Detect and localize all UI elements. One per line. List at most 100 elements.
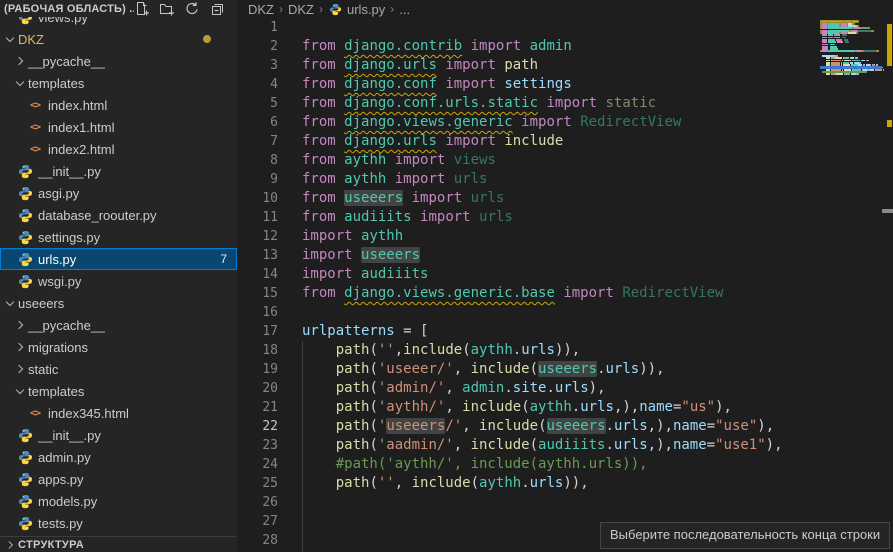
explorer-item-apps.py[interactable]: apps.py — [0, 468, 237, 490]
file-label: apps.py — [38, 472, 84, 487]
code-line-4[interactable]: 4from django.conf import settings — [238, 75, 882, 94]
code-line-3[interactable]: 3from django.urls import path — [238, 56, 882, 75]
ruler-mark — [882, 209, 893, 213]
breadcrumb-item[interactable]: urls.py — [328, 2, 385, 17]
file-label: urls.py — [38, 252, 76, 267]
chevron-down-icon — [4, 32, 18, 46]
code-line-15[interactable]: 15from django.views.generic.base import … — [238, 284, 882, 303]
new-folder-icon[interactable] — [159, 1, 175, 17]
explorer-item-templates[interactable]: templates — [0, 380, 237, 402]
explorer-item-wsgi.py[interactable]: wsgi.py — [0, 270, 237, 292]
code-line-23[interactable]: 23 path('aadmin/', include(audiiits.urls… — [238, 436, 882, 455]
explorer-sidebar: views.pyDKZ__pycache__templates<>index.h… — [0, 0, 237, 552]
code-line-25[interactable]: 25 path('', include(aythh.urls)), — [238, 474, 882, 493]
explorer-item-urls.py[interactable]: urls.py7 — [0, 248, 237, 270]
line-number: 14 — [238, 265, 278, 284]
code-line-22[interactable]: 22 path('useeers/', include(useeers.urls… — [238, 417, 882, 436]
line-content: from django.urls import path — [278, 56, 538, 75]
code-line-2[interactable]: 2from django.contrib import admin — [238, 37, 882, 56]
breadcrumb-item[interactable]: DKZ — [288, 2, 314, 17]
breadcrumb-label: ... — [399, 2, 410, 17]
explorer-item-static[interactable]: static — [0, 358, 237, 380]
code-line-17[interactable]: 17urlpatterns = [ — [238, 322, 882, 341]
explorer-item-admin.py[interactable]: admin.py — [0, 446, 237, 468]
line-number: 23 — [238, 436, 278, 455]
line-number: 22 — [238, 417, 278, 436]
code-line-13[interactable]: 13import useeers — [238, 246, 882, 265]
breadcrumb-label: DKZ — [248, 2, 274, 17]
code-line-7[interactable]: 7from django.urls import include — [238, 132, 882, 151]
code-line-1[interactable]: 1 — [238, 18, 882, 37]
line-number: 18 — [238, 341, 278, 360]
explorer-item-settings.py[interactable]: settings.py — [0, 226, 237, 248]
explorer-item-models.py[interactable]: models.py — [0, 490, 237, 512]
code-line-16[interactable]: 16 — [238, 303, 882, 322]
code-line-11[interactable]: 11from audiiits import urls — [238, 208, 882, 227]
code-line-12[interactable]: 12import aythh — [238, 227, 882, 246]
workspace-title: (РАБОЧАЯ ОБЛАСТЬ) ... — [4, 3, 134, 15]
breadcrumb-separator-icon: › — [390, 2, 394, 16]
code-line-5[interactable]: 5from django.conf.urls.static import sta… — [238, 94, 882, 113]
explorer-item-index.html[interactable]: <>index.html — [0, 94, 237, 116]
refresh-icon[interactable] — [184, 1, 200, 17]
explorer-item-database_roouter.py[interactable]: database_roouter.py — [0, 204, 237, 226]
line-content: from django.conf import settings — [278, 75, 572, 94]
explorer-actions — [134, 1, 225, 17]
explorer-item-index2.html[interactable]: <>index2.html — [0, 138, 237, 160]
new-file-icon[interactable] — [134, 1, 150, 17]
code-line-21[interactable]: 21 path('aythh/', include(aythh.urls,),n… — [238, 398, 882, 417]
code-line-14[interactable]: 14import audiiits — [238, 265, 882, 284]
explorer-item-index345.html[interactable]: <>index345.html — [0, 402, 237, 424]
editor-group: DKZ›DKZ›urls.py›... 12from django.contri… — [238, 0, 893, 552]
breadcrumb-item[interactable]: ... — [399, 2, 410, 17]
breadcrumb-item[interactable]: DKZ — [248, 2, 274, 17]
html-icon: <> — [27, 141, 43, 157]
chevron-right-icon — [14, 54, 28, 68]
code-line-18[interactable]: 18 path('',include(aythh.urls)), — [238, 341, 882, 360]
code-area[interactable]: 12from django.contrib import admin3from … — [238, 18, 882, 552]
file-label: templates — [28, 384, 84, 399]
explorer-item-index1.html[interactable]: <>index1.html — [0, 116, 237, 138]
explorer-item-__init__.py[interactable]: __init__.py — [0, 424, 237, 446]
file-label: __pycache__ — [28, 318, 105, 333]
chevron-right-icon — [14, 318, 28, 332]
python-icon — [17, 273, 33, 289]
code-line-6[interactable]: 6from django.views.generic import Redire… — [238, 113, 882, 132]
line-number: 8 — [238, 151, 278, 170]
explorer-section-header[interactable]: (РАБОЧАЯ ОБЛАСТЬ) ... — [0, 0, 237, 17]
outline-section-header[interactable]: СТРУКТУРА — [0, 536, 237, 552]
line-number: 4 — [238, 75, 278, 94]
line-content: from django.views.generic import Redirec… — [278, 113, 681, 132]
minimap[interactable] — [820, 18, 882, 138]
python-icon — [17, 229, 33, 245]
line-content: from aythh import views — [278, 151, 496, 170]
explorer-item-templates[interactable]: templates — [0, 72, 237, 94]
line-content: path('',include(aythh.urls)), — [278, 341, 580, 360]
explorer-item-tests.py[interactable]: tests.py — [0, 512, 237, 534]
indent-guide — [302, 341, 303, 552]
overview-ruler[interactable] — [882, 0, 893, 552]
line-number: 15 — [238, 284, 278, 303]
code-line-24[interactable]: 24 #path('aythh/', include(aythh.urls)), — [238, 455, 882, 474]
explorer-item-useeers[interactable]: useeers — [0, 292, 237, 314]
explorer-item-asgi.py[interactable]: asgi.py — [0, 182, 237, 204]
code-line-9[interactable]: 9from aythh import urls — [238, 170, 882, 189]
python-icon — [17, 163, 33, 179]
explorer-item-__pycache__[interactable]: __pycache__ — [0, 50, 237, 72]
file-label: templates — [28, 76, 84, 91]
explorer-item-__pycache__[interactable]: __pycache__ — [0, 314, 237, 336]
line-content: from audiiits import urls — [278, 208, 513, 227]
explorer-item-__init__.py[interactable]: __init__.py — [0, 160, 237, 182]
python-icon — [329, 3, 342, 16]
explorer-item-migrations[interactable]: migrations — [0, 336, 237, 358]
explorer-item-DKZ[interactable]: DKZ — [0, 28, 237, 50]
code-line-8[interactable]: 8from aythh import views — [238, 151, 882, 170]
code-line-10[interactable]: 10from useeers import urls — [238, 189, 882, 208]
line-number: 3 — [238, 56, 278, 75]
minimap-current-line — [820, 66, 882, 69]
file-label: index345.html — [48, 406, 129, 421]
code-line-26[interactable]: 26 — [238, 493, 882, 512]
code-line-20[interactable]: 20 path('admin/', admin.site.urls), — [238, 379, 882, 398]
code-line-19[interactable]: 19 path('useeer/', include(useeers.urls)… — [238, 360, 882, 379]
collapse-all-icon[interactable] — [209, 1, 225, 17]
